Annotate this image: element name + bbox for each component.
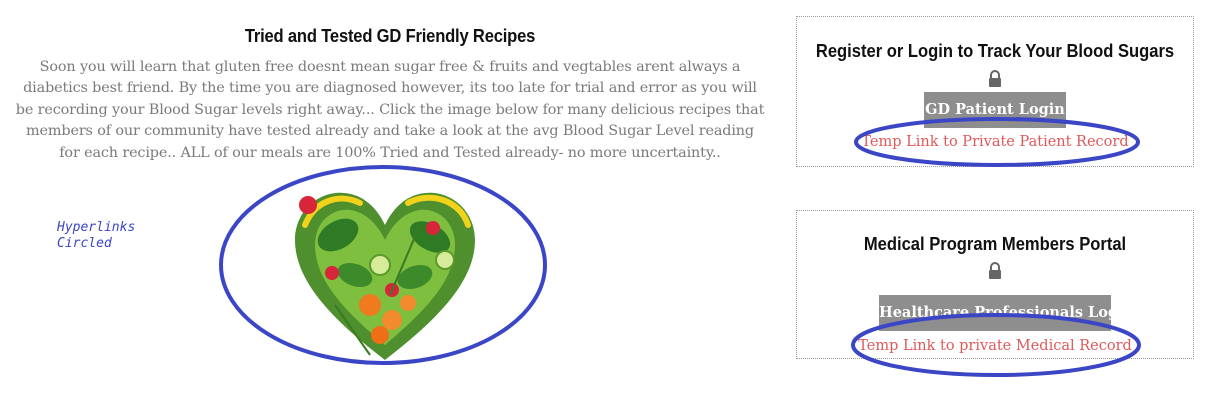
medical-portal-panel: Medical Program Members Portal Healthcar… xyxy=(796,210,1194,359)
lock-icon xyxy=(989,70,1001,87)
recipes-intro-text: Soon you will learn that gluten free doe… xyxy=(15,59,765,161)
annotation-line-1: Hyperlinks xyxy=(57,220,136,235)
annotation-line-2: Circled xyxy=(57,236,112,251)
vegetable-heart-image-link[interactable] xyxy=(220,165,550,375)
medical-panel-title: Medical Program Members Portal xyxy=(863,234,1127,254)
patient-panel-title: Register or Login to Track Your Blood Su… xyxy=(815,41,1175,61)
gd-patient-login-button[interactable]: GD Patient Login xyxy=(924,92,1066,128)
recipes-title: Tried and Tested GD Friendly Recipes xyxy=(244,26,536,46)
vegetable-heart-image xyxy=(295,192,475,360)
patient-login-panel: Register or Login to Track Your Blood Su… xyxy=(796,16,1194,167)
hyperlinks-circled-note: Hyperlinks Circled xyxy=(57,220,167,252)
healthcare-professionals-login-button[interactable]: Healthcare Professionals Login xyxy=(879,295,1134,331)
temp-link-medical-record[interactable]: Temp Link to private Medical Record xyxy=(797,338,1193,354)
lock-icon xyxy=(989,262,1001,279)
recipes-section: Tried and Tested GD Friendly Recipes Soo… xyxy=(15,26,765,164)
temp-link-patient-record[interactable]: Temp Link to Private Patient Record xyxy=(797,134,1193,150)
